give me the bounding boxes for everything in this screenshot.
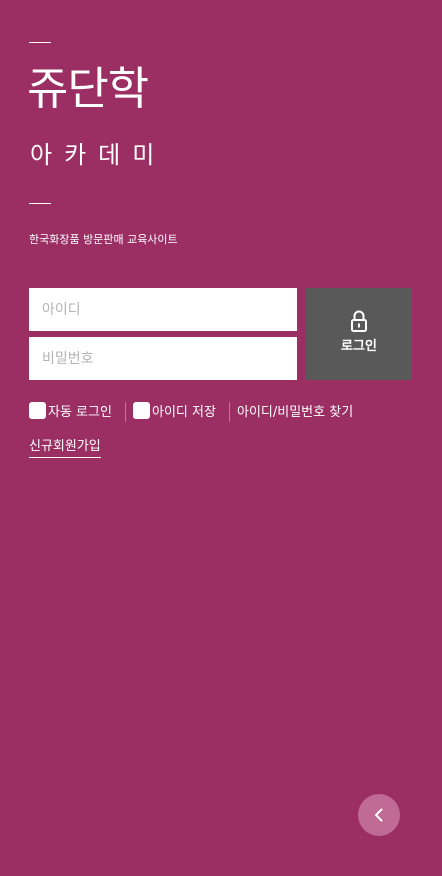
option-separator <box>125 402 126 422</box>
option-separator <box>229 402 230 422</box>
save-id-option[interactable]: 아이디 저장 <box>133 400 216 420</box>
signup-link[interactable]: 신규회원가입 <box>29 438 101 458</box>
tagline: 한국화장품 방문판매 교육사이트 <box>29 233 178 246</box>
password-input[interactable] <box>29 337 297 380</box>
auto-login-label: 자동 로그인 <box>48 404 112 420</box>
chevron-left-icon <box>375 808 383 822</box>
login-button-label: 로그인 <box>341 339 377 354</box>
find-account-link[interactable]: 아이디/비밀번호 찾기 <box>237 400 353 420</box>
lock-icon <box>351 310 367 332</box>
brand-title: 쥬단학 <box>27 62 149 115</box>
middle-divider <box>29 203 51 204</box>
auto-login-checkbox[interactable] <box>29 401 46 419</box>
login-button[interactable]: 로그인 <box>306 288 412 380</box>
id-input[interactable] <box>29 288 297 331</box>
top-divider <box>29 42 51 43</box>
back-button[interactable] <box>358 794 400 836</box>
save-id-label: 아이디 저장 <box>152 404 216 420</box>
save-id-checkbox[interactable] <box>133 401 150 419</box>
auto-login-option[interactable]: 자동 로그인 <box>29 400 112 420</box>
brand-subtitle: 아카데미 <box>30 141 167 169</box>
